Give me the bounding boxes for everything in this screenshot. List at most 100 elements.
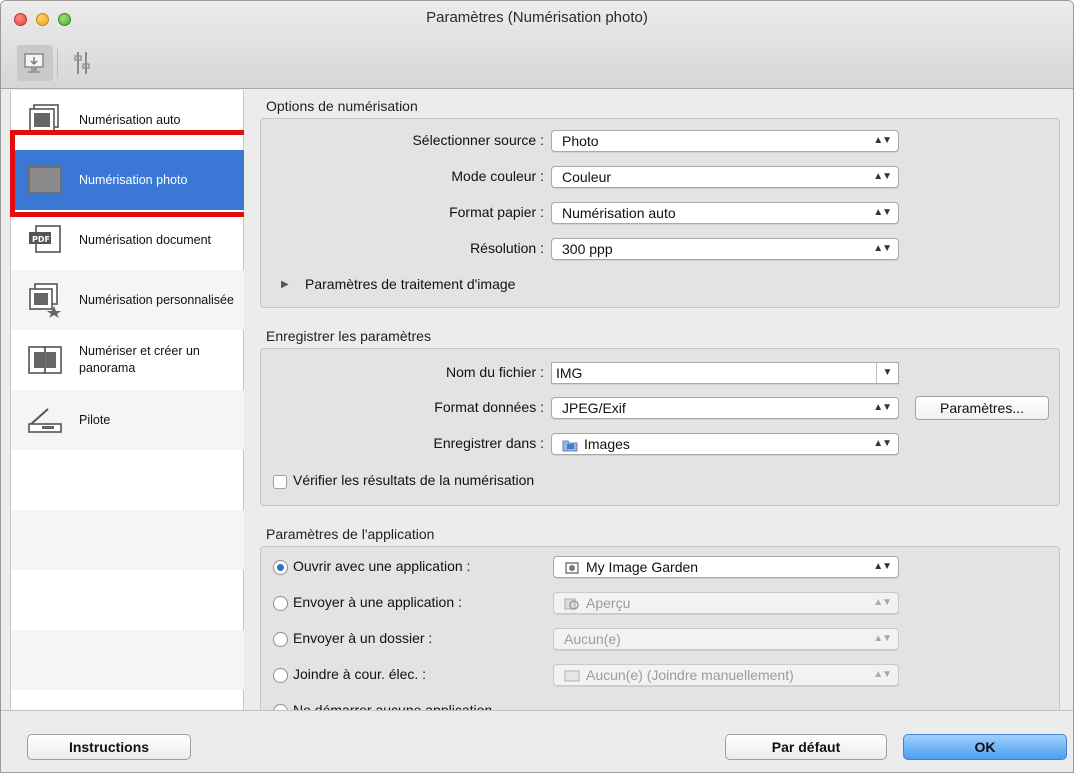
paper-size-select[interactable]: Numérisation auto ▲▼ bbox=[551, 202, 899, 224]
email-folder-icon bbox=[564, 670, 580, 682]
sidebar-item-panorama[interactable]: Numériser et créer un panorama bbox=[11, 330, 245, 390]
settings-window: Paramètres (Numérisation photo) Numérisa… bbox=[0, 0, 1074, 773]
verify-results-checkbox[interactable] bbox=[273, 475, 287, 489]
app-settings-title: Paramètres de l'application bbox=[266, 526, 435, 542]
my-image-garden-icon bbox=[565, 562, 579, 574]
sidebar-item-label: Numériser et créer un panorama bbox=[79, 344, 200, 375]
sidebar-item-label: Numérisation document bbox=[79, 232, 212, 247]
pdf-document-icon: PDF bbox=[23, 220, 67, 260]
attach-to-email-select: Aucun(e) (Joindre manuellement) ▲▼ bbox=[553, 664, 899, 686]
open-with-app-select[interactable]: My Image Garden ▲▼ bbox=[553, 556, 899, 578]
save-settings-group: Nom du fichier : IMG ▼ Format données : … bbox=[260, 348, 1060, 506]
window-title: Paramètres (Numérisation photo) bbox=[426, 9, 648, 26]
send-to-folder-radio[interactable] bbox=[273, 632, 288, 647]
select-arrows-icon: ▲▼ bbox=[873, 171, 892, 182]
disclosure-triangle-icon[interactable]: ▶ bbox=[281, 279, 289, 290]
combo-dropdown-icon[interactable]: ▼ bbox=[876, 363, 898, 383]
color-mode-label: Mode couleur : bbox=[451, 168, 544, 184]
save-settings-title: Enregistrer les paramètres bbox=[266, 328, 431, 344]
preview-app-icon bbox=[564, 598, 579, 610]
scan-type-sidebar: Numérisation auto Numérisation photo PDF… bbox=[10, 90, 245, 710]
source-label: Sélectionner source : bbox=[412, 132, 544, 148]
send-to-folder-select: Aucun(e) ▲▼ bbox=[553, 628, 899, 650]
general-settings-icon bbox=[74, 52, 90, 74]
data-format-label: Format données : bbox=[434, 399, 544, 415]
filename-value[interactable]: IMG bbox=[556, 365, 582, 381]
select-arrows-icon: ▲▼ bbox=[873, 597, 892, 608]
color-mode-value: Couleur bbox=[562, 169, 612, 185]
no-app-label[interactable]: Ne démarrer aucune application bbox=[293, 702, 492, 710]
scan-options-title: Options de numérisation bbox=[266, 98, 418, 114]
save-in-value: Images bbox=[584, 436, 630, 452]
instructions-button[interactable]: Instructions bbox=[27, 734, 191, 760]
folder-icon bbox=[562, 440, 578, 452]
sidebar-item-label: Numérisation auto bbox=[79, 112, 181, 127]
open-with-app-radio[interactable] bbox=[273, 560, 288, 575]
driver-icon bbox=[23, 400, 67, 440]
data-format-select[interactable]: JPEG/Exif ▲▼ bbox=[551, 397, 899, 419]
send-to-app-radio[interactable] bbox=[273, 596, 288, 611]
auto-scan-icon bbox=[23, 100, 67, 140]
verify-results-label[interactable]: Vérifier les résultats de la numérisatio… bbox=[293, 472, 534, 488]
scan-from-computer-icon bbox=[24, 53, 44, 73]
select-arrows-icon: ▲▼ bbox=[873, 243, 892, 254]
paper-size-label: Format papier : bbox=[449, 204, 544, 220]
sidebar-item-document-scan[interactable]: PDF Numérisation document bbox=[11, 210, 245, 270]
select-arrows-icon: ▲▼ bbox=[873, 633, 892, 644]
app-settings-group: Ouvrir avec une application : My Image G… bbox=[260, 546, 1060, 710]
format-settings-button[interactable]: Paramètres... bbox=[915, 396, 1049, 420]
open-with-app-label[interactable]: Ouvrir avec une application : bbox=[293, 558, 470, 574]
settings-panel: Options de numérisation Sélectionner sou… bbox=[244, 90, 1073, 710]
open-with-app-value: My Image Garden bbox=[586, 559, 699, 575]
filename-label: Nom du fichier : bbox=[445, 364, 544, 380]
image-processing-toggle[interactable]: Paramètres de traitement d'image bbox=[305, 276, 515, 292]
select-arrows-icon: ▲▼ bbox=[873, 402, 892, 413]
panorama-icon bbox=[23, 340, 67, 380]
sidebar-item-custom-scan[interactable]: Numérisation personnalisée bbox=[11, 270, 245, 330]
send-to-folder-label[interactable]: Envoyer à un dossier : bbox=[293, 630, 432, 646]
attach-to-email-label[interactable]: Joindre à cour. élec. : bbox=[293, 666, 426, 682]
default-button[interactable]: Par défaut bbox=[725, 734, 887, 760]
ok-button[interactable]: OK bbox=[903, 734, 1067, 760]
sidebar-item-label: Pilote bbox=[79, 412, 111, 427]
scan-from-computer-tab[interactable] bbox=[17, 45, 53, 81]
select-arrows-icon: ▲▼ bbox=[873, 135, 892, 146]
select-arrows-icon: ▲▼ bbox=[873, 207, 892, 218]
sidebar-empty-row bbox=[11, 450, 245, 510]
svg-text:PDF: PDF bbox=[32, 235, 50, 244]
sidebar-empty-row bbox=[11, 510, 245, 570]
sidebar-empty-row bbox=[11, 630, 245, 690]
save-in-select[interactable]: Images ▲▼ bbox=[551, 433, 899, 455]
send-to-app-select: Aperçu ▲▼ bbox=[553, 592, 899, 614]
paper-size-value: Numérisation auto bbox=[562, 205, 676, 221]
data-format-value: JPEG/Exif bbox=[562, 400, 626, 416]
sidebar-item-driver[interactable]: Pilote bbox=[11, 390, 245, 450]
send-to-app-value: Aperçu bbox=[586, 595, 631, 611]
custom-scan-icon bbox=[23, 280, 67, 320]
resolution-label: Résolution : bbox=[470, 240, 544, 256]
scan-options-group: Sélectionner source : Photo ▲▼ Mode coul… bbox=[260, 118, 1060, 308]
toolbar-separator bbox=[57, 49, 58, 77]
save-in-label: Enregistrer dans : bbox=[433, 435, 545, 451]
filename-combo[interactable]: IMG ▼ bbox=[551, 362, 899, 384]
source-select[interactable]: Photo ▲▼ bbox=[551, 130, 899, 152]
send-to-folder-value: Aucun(e) bbox=[564, 631, 621, 647]
select-arrows-icon: ▲▼ bbox=[873, 438, 892, 449]
sidebar-item-label: Numérisation photo bbox=[79, 172, 188, 187]
attach-to-email-value: Aucun(e) (Joindre manuellement) bbox=[586, 667, 794, 683]
general-settings-tab[interactable] bbox=[65, 45, 101, 81]
sidebar-item-label: Numérisation personnalisée bbox=[79, 292, 234, 307]
title-bar: Paramètres (Numérisation photo) bbox=[1, 1, 1073, 89]
dialog-footer: Instructions Par défaut OK bbox=[1, 710, 1073, 772]
resolution-value: 300 ppp bbox=[562, 241, 613, 257]
sidebar-empty-row bbox=[11, 570, 245, 630]
send-to-app-label[interactable]: Envoyer à une application : bbox=[293, 594, 462, 610]
resolution-select[interactable]: 300 ppp ▲▼ bbox=[551, 238, 899, 260]
source-value: Photo bbox=[562, 133, 599, 149]
sidebar-item-photo-scan[interactable]: Numérisation photo bbox=[11, 150, 245, 210]
attach-to-email-radio[interactable] bbox=[273, 668, 288, 683]
photo-scan-icon bbox=[23, 160, 67, 200]
sidebar-item-auto-scan[interactable]: Numérisation auto bbox=[11, 90, 245, 150]
color-mode-select[interactable]: Couleur ▲▼ bbox=[551, 166, 899, 188]
select-arrows-icon: ▲▼ bbox=[873, 561, 892, 572]
